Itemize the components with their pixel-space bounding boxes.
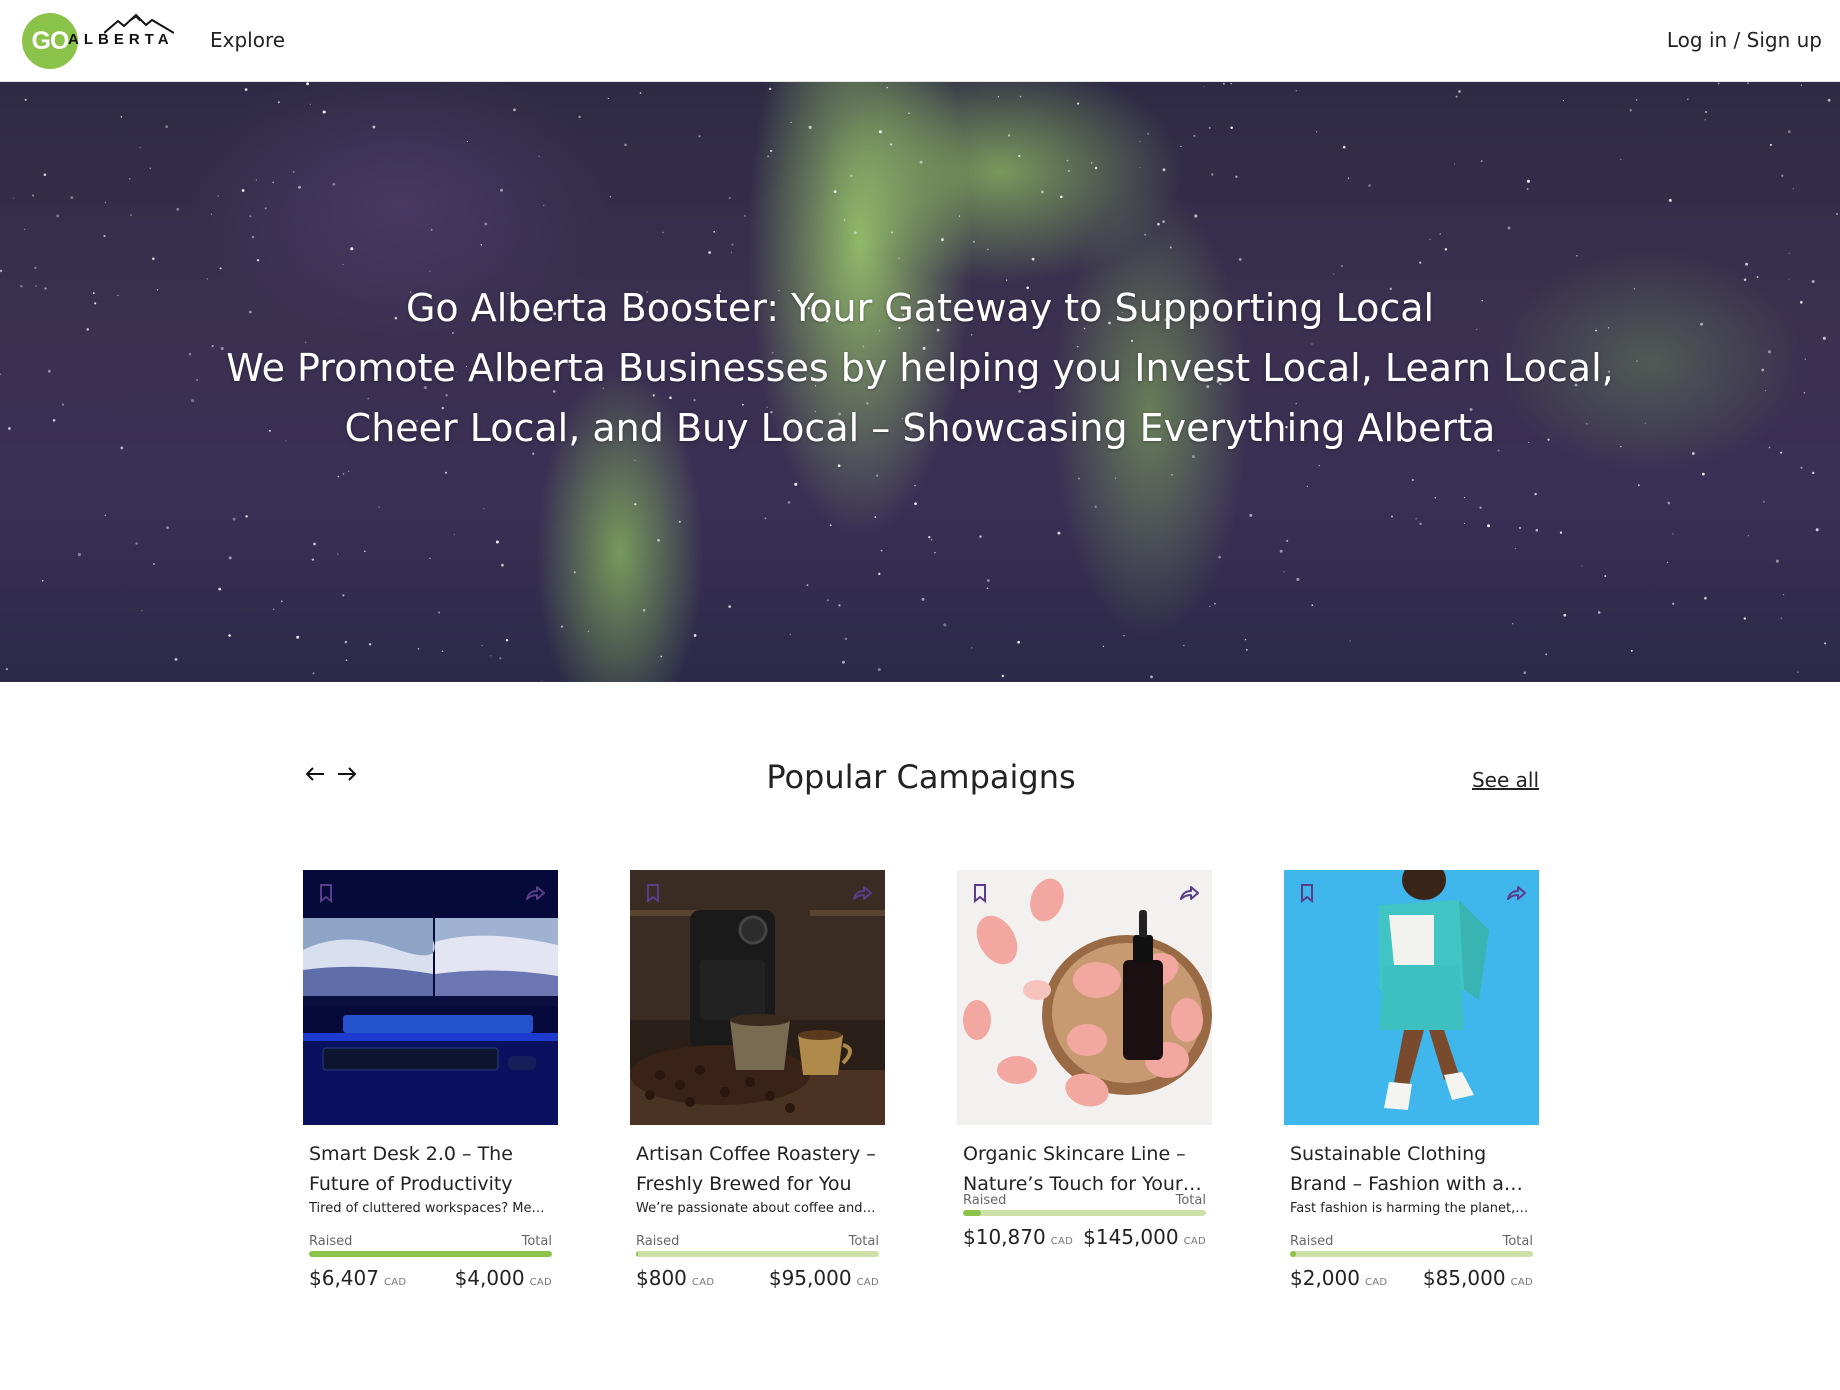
progress-fill — [963, 1210, 982, 1216]
campaign-title: Organic Skincare Line – Nature’s Touch f… — [963, 1143, 1202, 1195]
total-label: Total — [1502, 1234, 1533, 1249]
campaign-funding: Raised Total $6,407 CAD $4,000 CAD — [309, 1234, 552, 1294]
total-label: Total — [521, 1234, 552, 1249]
hero-banner: Go Alberta Booster: Your Gateway to Supp… — [0, 82, 1840, 682]
total-amount: $4,000 — [454, 1266, 525, 1290]
see-all-link[interactable]: See all — [1472, 768, 1539, 792]
campaign-title: Artisan Coffee Roastery – Freshly Brewed… — [636, 1143, 876, 1195]
bookmark-icon[interactable] — [969, 882, 991, 904]
share-icon[interactable] — [524, 882, 546, 904]
campaign-card[interactable]: Artisan Coffee Roastery – Freshly Brewed… — [630, 870, 885, 1294]
currency-label: CAD — [1050, 1236, 1074, 1247]
campaign-image — [630, 870, 885, 1125]
raised-label: Raised — [636, 1234, 680, 1249]
bookmark-icon[interactable] — [1296, 882, 1318, 904]
go-alberta-logo[interactable]: GO ALBERTA — [22, 13, 174, 69]
campaign-funding: Raised Total $10,870 CAD $145,000 CAD — [963, 1193, 1206, 1253]
raised-label: Raised — [963, 1193, 1007, 1208]
raised-amount: $6,407 — [309, 1266, 379, 1290]
currency-label: CAD — [1364, 1277, 1388, 1288]
nav-explore-link[interactable]: Explore — [210, 28, 285, 52]
progress-bar — [636, 1251, 879, 1257]
bookmark-icon[interactable] — [642, 882, 664, 904]
share-icon[interactable] — [1178, 882, 1200, 904]
campaign-image — [303, 870, 558, 1125]
campaign-image — [957, 870, 1212, 1125]
currency-label: CAD — [529, 1277, 552, 1288]
currency-label: CAD — [856, 1277, 879, 1288]
login-signup-link[interactable]: Log in / Sign up — [1667, 28, 1822, 52]
progress-bar — [1290, 1251, 1533, 1257]
campaign-card[interactable]: Organic Skincare Line – Nature’s Touch f… — [957, 870, 1212, 1294]
campaign-title: Smart Desk 2.0 – The Future of Productiv… — [309, 1143, 513, 1195]
top-nav-bar: GO ALBERTA Explore Log in / Sign up — [0, 0, 1840, 82]
progress-fill — [636, 1251, 639, 1257]
total-amount: $95,000 — [768, 1266, 852, 1290]
currency-label: CAD — [1510, 1277, 1533, 1288]
currency-label: CAD — [691, 1277, 715, 1288]
progress-bar — [309, 1251, 552, 1257]
bookmark-icon[interactable] — [315, 882, 337, 904]
total-label: Total — [848, 1234, 879, 1249]
raised-amount: $800 — [636, 1266, 687, 1290]
raised-amount: $10,870 — [963, 1225, 1046, 1249]
logo-wordmark: ALBERTA — [68, 31, 174, 48]
progress-fill — [309, 1251, 552, 1257]
currency-label: CAD — [383, 1277, 407, 1288]
campaign-description: We’re passionate about coffee and… — [636, 1201, 876, 1216]
campaign-funding: Raised Total $800 CAD $95,000 CAD — [636, 1234, 879, 1294]
raised-label: Raised — [309, 1234, 353, 1249]
hero-title: Go Alberta Booster: Your Gateway to Supp… — [405, 286, 1435, 330]
share-icon[interactable] — [851, 882, 873, 904]
campaign-image — [1284, 870, 1539, 1125]
hero-subtitle: We Promote Alberta Businesses by helping… — [226, 346, 1614, 450]
popular-campaigns-header: Popular Campaigns See all — [303, 758, 1539, 798]
campaign-description: Fast fashion is harming the planet,… — [1290, 1201, 1529, 1216]
raised-amount: $2,000 — [1290, 1266, 1360, 1290]
total-label: Total — [1175, 1193, 1206, 1208]
currency-label: CAD — [1183, 1236, 1206, 1247]
progress-fill — [1290, 1251, 1296, 1257]
section-title: Popular Campaigns — [766, 758, 1076, 796]
total-amount: $145,000 — [1083, 1225, 1179, 1249]
campaign-description: Tired of cluttered workspaces? Mee… — [309, 1201, 552, 1216]
campaign-title: Sustainable Clothing Brand – Fashion wit… — [1290, 1143, 1523, 1195]
campaign-card-list: Smart Desk 2.0 – The Future of Productiv… — [303, 870, 1539, 1294]
raised-label: Raised — [1290, 1234, 1334, 1249]
campaign-card[interactable]: Smart Desk 2.0 – The Future of Productiv… — [303, 870, 558, 1294]
progress-bar — [963, 1210, 1206, 1216]
total-amount: $85,000 — [1422, 1266, 1506, 1290]
share-icon[interactable] — [1505, 882, 1527, 904]
campaign-card[interactable]: Sustainable Clothing Brand – Fashion wit… — [1284, 870, 1539, 1294]
campaign-funding: Raised Total $2,000 CAD $85,000 CAD — [1290, 1234, 1533, 1294]
